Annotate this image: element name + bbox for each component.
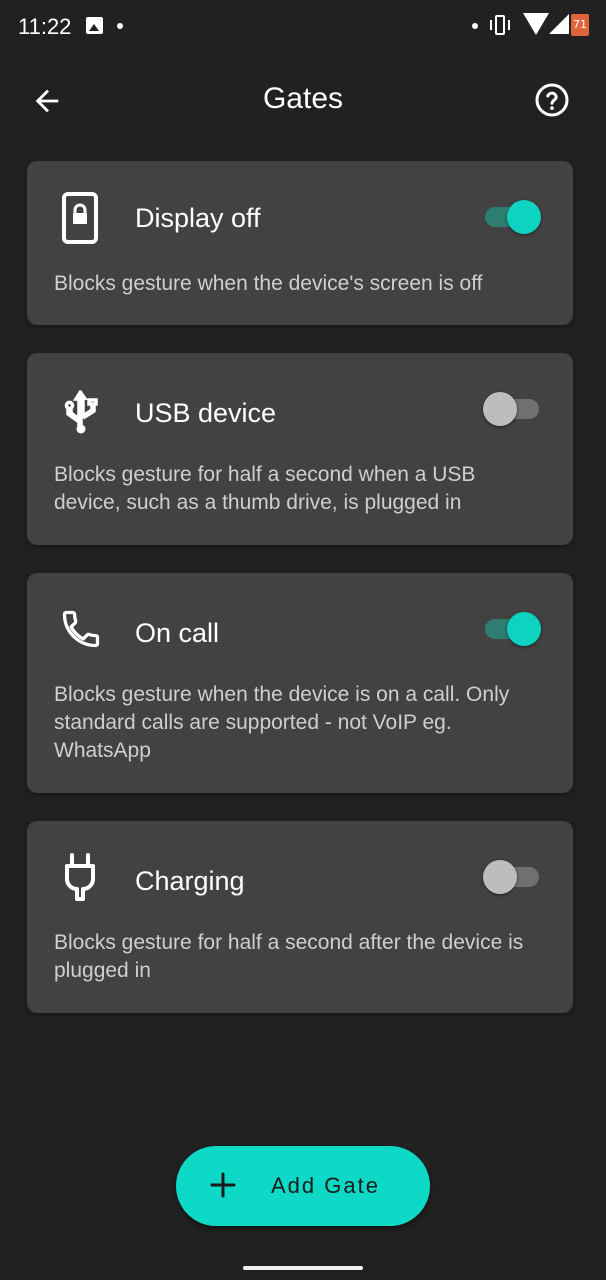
help-circle-icon[interactable] <box>534 82 570 118</box>
phone-icon <box>62 610 100 648</box>
vibrate-icon <box>490 15 510 35</box>
gate-label: USB device <box>135 398 277 428</box>
battery-icon: 71 <box>571 14 589 36</box>
plus-icon <box>210 1172 236 1198</box>
status-time: 11:22 <box>18 14 72 39</box>
gate-card-usb-device: USB device Blocks gesture for half a sec… <box>27 353 573 545</box>
gate-label: On call <box>135 618 220 648</box>
toggle-thumb <box>483 392 517 426</box>
notification-dot-icon <box>117 23 123 29</box>
gate-description: Blocks gesture when the device's screen … <box>54 272 483 295</box>
add-gate-button[interactable]: Add Gate <box>176 1146 430 1226</box>
toggle-thumb <box>507 612 541 646</box>
power-plug-icon <box>65 853 95 901</box>
notification-dot-icon <box>472 23 478 29</box>
gate-description: Blocks gesture when the device is on a c… <box>54 683 510 762</box>
status-bar: 11:22 71 <box>0 0 606 56</box>
wifi-icon <box>523 13 549 35</box>
image-notification-icon <box>86 17 103 34</box>
gate-card-charging: Charging Blocks gesture for half a secon… <box>27 821 573 1013</box>
gate-description: Blocks gesture for half a second when a … <box>54 463 476 514</box>
usb-icon <box>64 390 98 434</box>
toggle-thumb <box>483 860 517 894</box>
gate-label: Display off <box>135 203 261 233</box>
signal-icon <box>549 14 569 34</box>
usb-device-toggle[interactable] <box>483 389 541 429</box>
on-call-toggle[interactable] <box>485 609 541 649</box>
gate-card-display-off: Display off Blocks gesture when the devi… <box>27 161 573 325</box>
add-gate-label: Add Gate <box>271 1173 380 1198</box>
app-bar: Gates <box>0 56 606 148</box>
charging-toggle[interactable] <box>483 857 541 897</box>
gate-description: Blocks gesture for half a second after t… <box>54 931 524 982</box>
phone-lock-icon <box>62 192 98 244</box>
gate-card-on-call: On call Blocks gesture when the device i… <box>27 573 573 793</box>
gesture-nav-handle[interactable] <box>243 1266 363 1270</box>
toggle-thumb <box>507 200 541 234</box>
display-off-toggle[interactable] <box>485 197 541 237</box>
page-title: Gates <box>262 82 344 115</box>
gate-label: Charging <box>135 866 245 896</box>
